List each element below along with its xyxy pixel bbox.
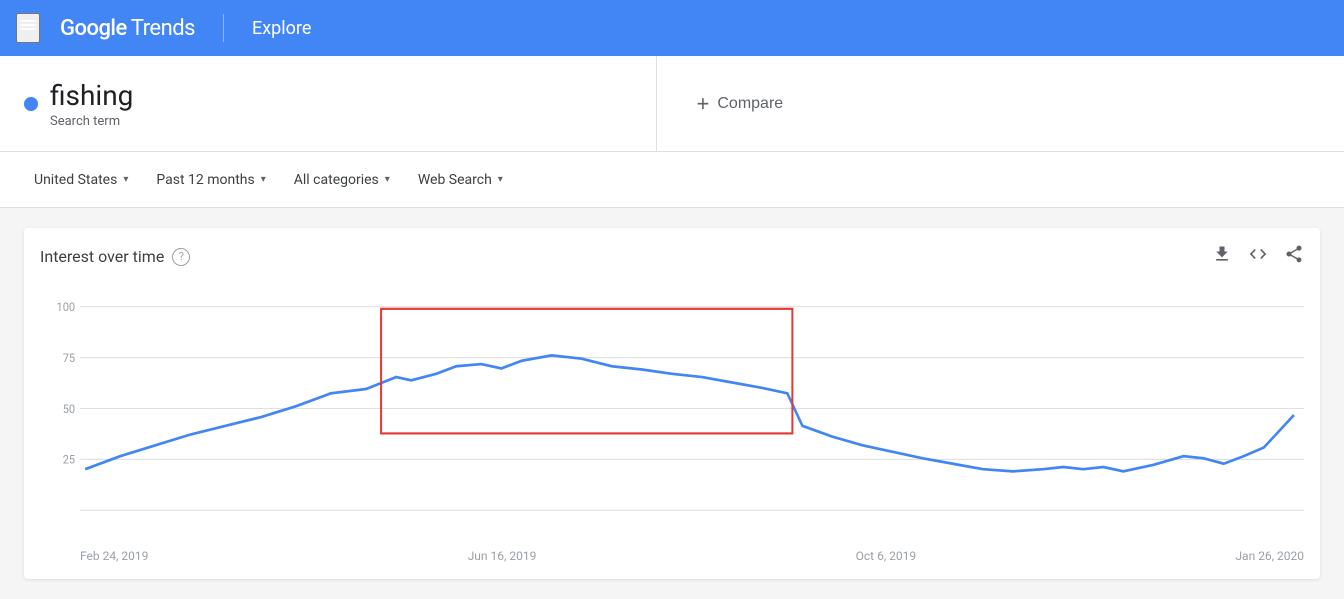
- search-term-container: fishing Search term: [0, 56, 657, 151]
- x-label-1: Feb 24, 2019: [80, 549, 148, 563]
- app-header: Google Trends Explore: [0, 0, 1344, 56]
- search-type-filter-label: Web Search: [418, 172, 492, 188]
- search-area: fishing Search term + Compare: [0, 56, 1344, 152]
- compare-container: + Compare: [657, 56, 1344, 151]
- trend-line: [85, 355, 1294, 471]
- share-button[interactable]: [1284, 244, 1304, 269]
- card-header: Interest over time ?: [40, 244, 1304, 269]
- explore-label: Explore: [252, 18, 311, 39]
- category-chevron-icon: ▾: [385, 174, 390, 185]
- logo-trends-text: Trends: [131, 16, 195, 41]
- x-axis-labels: Feb 24, 2019 Jun 16, 2019 Oct 6, 2019 Ja…: [40, 545, 1304, 563]
- logo-google-text: Google: [60, 16, 127, 41]
- filters-bar: United States ▾ Past 12 months ▾ All cat…: [0, 152, 1344, 208]
- download-button[interactable]: [1212, 244, 1232, 269]
- hamburger-menu-button[interactable]: [16, 13, 40, 43]
- region-filter-label: United States: [34, 172, 117, 188]
- svg-text:100: 100: [57, 300, 76, 315]
- interest-chart: 100 75 50 25: [40, 285, 1304, 545]
- time-filter-label: Past 12 months: [156, 172, 254, 188]
- region-chevron-icon: ▾: [123, 174, 128, 185]
- compare-label: Compare: [717, 95, 783, 113]
- header-divider: [223, 14, 224, 42]
- svg-text:25: 25: [63, 452, 75, 467]
- interest-over-time-card: Interest over time ?: [24, 228, 1320, 579]
- embed-button[interactable]: [1248, 244, 1268, 269]
- search-term-dot: [24, 97, 38, 111]
- x-label-4: Jan 26, 2020: [1235, 549, 1304, 563]
- search-term-type: Search term: [50, 114, 133, 129]
- card-actions: [1212, 244, 1304, 269]
- compare-plus-icon: +: [697, 91, 710, 117]
- svg-text:50: 50: [63, 401, 75, 416]
- compare-button[interactable]: + Compare: [697, 91, 784, 117]
- main-content: Interest over time ?: [0, 208, 1344, 599]
- help-icon[interactable]: ?: [172, 248, 190, 266]
- x-label-2: Jun 16, 2019: [468, 549, 537, 563]
- app-logo: Google Trends: [60, 16, 195, 41]
- time-filter[interactable]: Past 12 months ▾: [146, 166, 275, 194]
- search-type-filter[interactable]: Web Search ▾: [408, 166, 513, 194]
- search-type-chevron-icon: ▾: [498, 174, 503, 185]
- card-title: Interest over time: [40, 247, 164, 266]
- search-term-name: fishing: [50, 79, 133, 112]
- svg-text:75: 75: [63, 351, 75, 366]
- category-filter-label: All categories: [294, 172, 379, 188]
- search-term-info: fishing Search term: [50, 79, 133, 129]
- x-label-3: Oct 6, 2019: [856, 549, 917, 563]
- time-chevron-icon: ▾: [261, 174, 266, 185]
- region-filter[interactable]: United States ▾: [24, 166, 138, 194]
- card-title-group: Interest over time ?: [40, 247, 190, 266]
- chart-container: 100 75 50 25: [40, 285, 1304, 545]
- category-filter[interactable]: All categories ▾: [284, 166, 400, 194]
